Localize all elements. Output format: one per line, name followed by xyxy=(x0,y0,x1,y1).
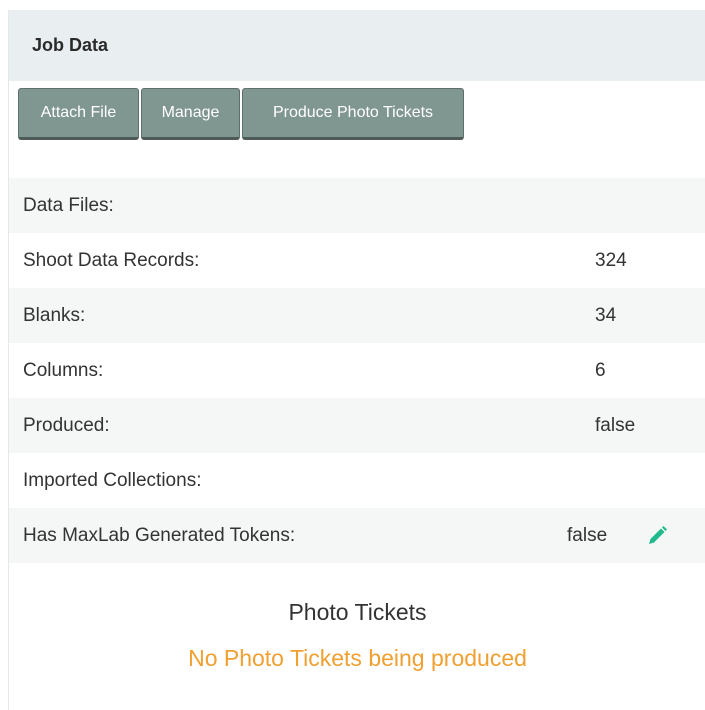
job-data-list: Data Files: Shoot Data Records: 324 Blan… xyxy=(9,178,705,563)
row-label: Shoot Data Records: xyxy=(23,249,200,271)
row-shoot-data-records: Shoot Data Records: 324 xyxy=(9,233,705,288)
photo-tickets-section: Photo Tickets No Photo Tickets being pro… xyxy=(9,595,705,673)
row-value: 324 xyxy=(595,249,627,271)
toolbar: Attach File Manage Produce Photo Tickets xyxy=(18,88,466,140)
row-maxlab-generated-tokens: Has MaxLab Generated Tokens: false xyxy=(9,508,705,563)
panel-title: Job Data xyxy=(32,35,109,55)
photo-tickets-status: No Photo Tickets being produced xyxy=(188,645,527,671)
job-data-panel: Job Data Attach File Manage Produce Phot… xyxy=(8,10,705,710)
row-label: Data Files: xyxy=(23,194,114,216)
row-value: false xyxy=(595,414,636,436)
row-imported-collections: Imported Collections: xyxy=(9,453,705,508)
row-label: Blanks: xyxy=(23,304,86,326)
row-label: Imported Collections: xyxy=(23,469,202,491)
row-columns: Columns: 6 xyxy=(9,343,705,398)
row-label: Has MaxLab Generated Tokens: xyxy=(23,524,296,546)
attach-file-button[interactable]: Attach File xyxy=(18,88,139,140)
pencil-icon[interactable] xyxy=(645,524,669,548)
row-value: false xyxy=(567,524,608,546)
row-produced: Produced: false xyxy=(9,398,705,453)
row-value: 34 xyxy=(595,304,617,326)
row-value: 6 xyxy=(595,359,606,381)
manage-button[interactable]: Manage xyxy=(141,88,240,140)
row-blanks: Blanks: 34 xyxy=(9,288,705,343)
row-label: Columns: xyxy=(23,359,104,381)
row-data-files: Data Files: xyxy=(9,178,705,233)
photo-tickets-title: Photo Tickets xyxy=(288,599,427,625)
produce-photo-tickets-button[interactable]: Produce Photo Tickets xyxy=(242,88,464,140)
row-label: Produced: xyxy=(23,414,110,436)
panel-header: Job Data xyxy=(9,10,705,81)
